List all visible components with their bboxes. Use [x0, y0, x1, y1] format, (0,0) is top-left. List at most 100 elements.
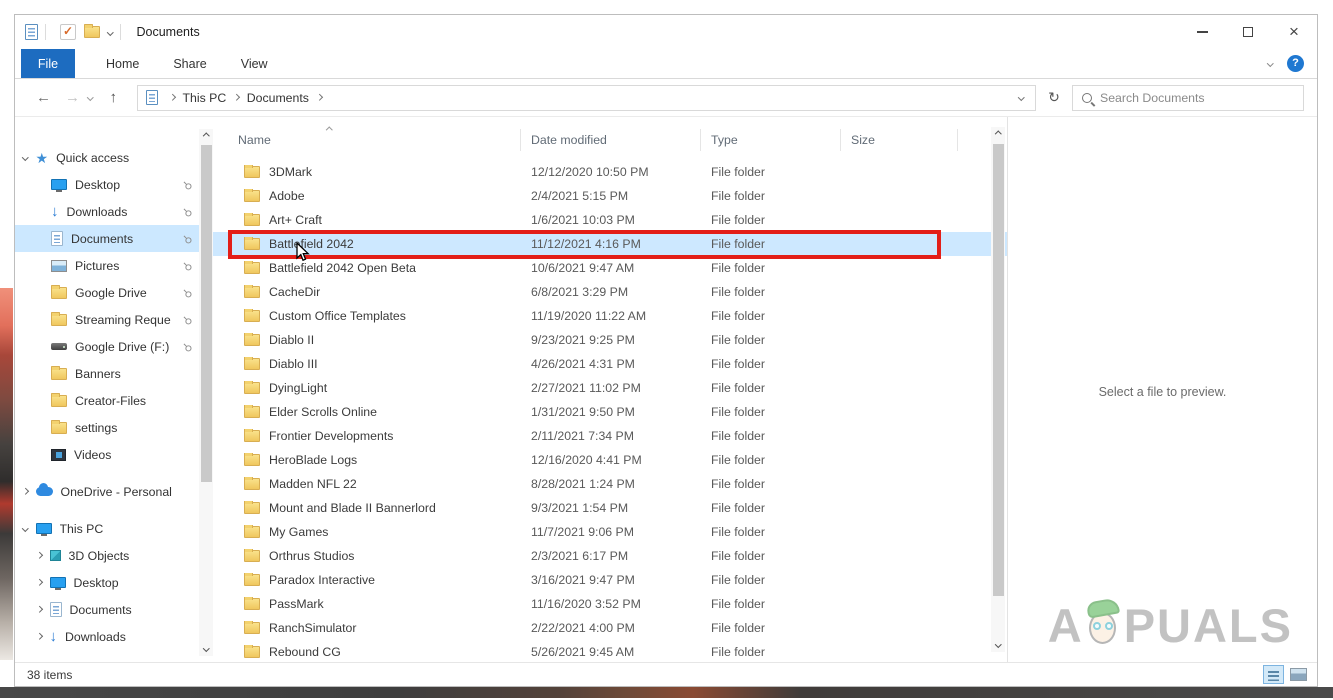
file-row-paradox-interactive[interactable]: Paradox Interactive 3/16/2021 9:47 PM File… [213, 568, 1007, 592]
sidebar-item-google-drive[interactable]: Google Drive ⚲ [15, 279, 213, 306]
file-row-passmark[interactable]: PassMark 11/16/2020 3:52 PM File folder [213, 592, 1007, 616]
date-modified-cell: 11/19/2020 11:22 AM [531, 309, 647, 323]
scrollbar-thumb[interactable] [992, 144, 1004, 596]
tab-file[interactable]: File [21, 49, 75, 78]
maximize-icon [1243, 27, 1253, 37]
appuals-watermark: A PUALS [1048, 597, 1293, 652]
chevron-right-icon[interactable] [36, 633, 43, 640]
folder-icon [51, 392, 67, 407]
chevron-right-icon[interactable] [36, 552, 43, 559]
file-row-dyinglight[interactable]: DyingLight 2/27/2021 11:02 PM File folder [213, 376, 1007, 400]
up-button[interactable]: ↑ [103, 89, 125, 106]
sidebar-item-google-drive-f[interactable]: Google Drive (F:) ⚲ [15, 333, 213, 360]
minimize-button[interactable] [1179, 15, 1225, 49]
sidebar-item-onedrive-personal[interactable]: OneDrive - Personal [15, 478, 213, 505]
collapse-ribbon-icon[interactable] [1266, 60, 1273, 67]
sidebar-item-desktop[interactable]: Desktop ⚲ [15, 171, 213, 198]
file-row-frontier-developments[interactable]: Frontier Developments 2/11/2021 7:34 PM Fi… [213, 424, 1007, 448]
type-cell: File folder [711, 357, 765, 371]
scroll-up-icon[interactable] [199, 129, 213, 144]
tab-share[interactable]: Share [156, 49, 223, 78]
maximize-button[interactable] [1225, 15, 1271, 49]
scroll-down-icon[interactable] [991, 637, 1005, 652]
location-icon [146, 90, 158, 105]
folder-icon [244, 453, 260, 466]
address-bar[interactable]: This PC Documents [137, 84, 1036, 111]
sidebar-item-label: Google Drive (F:) [75, 339, 170, 354]
column-header-type[interactable]: Type [701, 129, 841, 151]
sidebar-item-streaming-reque[interactable]: Streaming Reque ⚲ [15, 306, 213, 333]
sidebar-item-banners[interactable]: Banners [15, 360, 213, 387]
column-header-size[interactable]: Size [841, 129, 958, 151]
watermark-text-right: PUALS [1123, 598, 1293, 652]
desktop-icon [51, 179, 67, 192]
chevron-down-icon[interactable] [22, 525, 29, 532]
chevron-right-icon[interactable] [36, 606, 43, 613]
properties-quick-access-icon[interactable]: ✓ [60, 24, 76, 40]
scrollbar-thumb[interactable] [200, 145, 212, 483]
file-name: Paradox Interactive [269, 573, 375, 587]
column-header-name[interactable]: Name [213, 129, 521, 151]
sidebar-item-downloads[interactable]: ↓ Downloads ⚲ [15, 198, 213, 225]
sidebar-item-settings[interactable]: settings [15, 414, 213, 441]
file-list-scrollbar[interactable] [991, 127, 1005, 652]
file-row-diablo-ii[interactable]: Diablo II 9/23/2021 9:25 PM File folder [213, 328, 1007, 352]
sidebar-item-pictures[interactable]: Pictures ⚲ [15, 252, 213, 279]
sidebar-item-documents[interactable]: Documents [15, 596, 213, 623]
breadcrumb-chevron-icon[interactable] [316, 94, 323, 101]
file-row-madden-nfl-22[interactable]: Madden NFL 22 8/28/2021 1:24 PM File folde… [213, 472, 1007, 496]
chevron-down-icon[interactable] [22, 154, 29, 161]
sidebar-item-documents[interactable]: Documents ⚲ [15, 225, 213, 252]
back-button[interactable]: ← [29, 89, 58, 106]
breadcrumb-chevron-icon[interactable] [169, 94, 176, 101]
file-row-diablo-iii[interactable]: Diablo III 4/26/2021 4:31 PM File folder [213, 352, 1007, 376]
scroll-up-icon[interactable] [991, 127, 1005, 142]
file-row-art-craft[interactable]: Art+ Craft 1/6/2021 10:03 PM File folder [213, 208, 1007, 232]
desktop-icon [49, 577, 66, 590]
details-view-icon[interactable] [1263, 665, 1284, 684]
file-row-battlefield-2042-open-beta[interactable]: Battlefield 2042 Open Beta 10/6/2021 9:47… [213, 256, 1007, 280]
appuals-mascot-icon [1085, 597, 1123, 650]
sidebar-item-this-pc[interactable]: This PC [15, 515, 213, 542]
sidebar-item-3d-objects[interactable]: 3D Objects [15, 542, 213, 569]
sidebar-item-desktop[interactable]: Desktop [15, 569, 213, 596]
preview-message: Select a file to preview. [1098, 385, 1227, 399]
refresh-button[interactable]: ↻ [1036, 89, 1072, 106]
breadcrumb-chevron-icon[interactable] [233, 94, 240, 101]
search-box[interactable] [1072, 84, 1304, 111]
recent-locations-icon[interactable] [87, 94, 94, 101]
file-row-orthrus-studios[interactable]: Orthrus Studios 2/3/2021 6:17 PM File fold… [213, 544, 1007, 568]
file-row-my-games[interactable]: My Games 11/7/2021 9:06 PM File folder [213, 520, 1007, 544]
file-row-3dmark[interactable]: 3DMark 12/12/2020 10:50 PM File folder [213, 160, 1007, 184]
close-button[interactable]: × [1271, 15, 1317, 49]
column-header-date-modified[interactable]: Date modified [521, 129, 701, 151]
chevron-right-icon[interactable] [22, 488, 29, 495]
breadcrumb-this-pc[interactable]: This PC [183, 91, 227, 105]
file-row-ranchsimulator[interactable]: RanchSimulator 2/22/2021 4:00 PM File fold… [213, 616, 1007, 640]
file-row-custom-office-templates[interactable]: Custom Office Templates 11/19/2020 11:22 … [213, 304, 1007, 328]
file-row-cachedir[interactable]: CacheDir 6/8/2021 3:29 PM File folder [213, 280, 1007, 304]
file-row-rebound-cg[interactable]: Rebound CG 5/26/2021 9:45 AM File folder [213, 640, 1007, 664]
file-row-mount-and-blade-ii-bannerlord[interactable]: Mount and Blade II Bannerlord 9/3/2021 1:… [213, 496, 1007, 520]
tab-view[interactable]: View [224, 49, 285, 78]
address-dropdown-icon[interactable] [1017, 94, 1024, 101]
customize-quick-access-toolbar-icon[interactable] [107, 28, 114, 36]
scroll-down-icon[interactable] [199, 641, 213, 656]
breadcrumb-documents[interactable]: Documents [247, 91, 309, 105]
sidebar-item-creator-files[interactable]: Creator-Files [15, 387, 213, 414]
file-row-heroblade-logs[interactable]: HeroBlade Logs 12/16/2020 4:41 PM File fol… [213, 448, 1007, 472]
search-input[interactable] [1100, 90, 1294, 105]
large-icons-view-icon[interactable] [1290, 668, 1307, 681]
sidebar-item-downloads[interactable]: ↓ Downloads [15, 623, 213, 650]
status-bar: 38 items [15, 662, 1317, 686]
file-row-adobe[interactable]: Adobe 2/4/2021 5:15 PM File folder [213, 184, 1007, 208]
tab-home[interactable]: Home [89, 49, 156, 78]
forward-button[interactable]: → [58, 89, 87, 106]
sidebar-item-quick-access[interactable]: ★ Quick access [15, 144, 213, 171]
chevron-right-icon[interactable] [36, 579, 43, 586]
new-folder-quick-access-icon[interactable] [84, 24, 100, 38]
sidebar-scrollbar[interactable] [199, 129, 213, 656]
help-icon[interactable]: ? [1287, 55, 1304, 72]
file-row-elder-scrolls-online[interactable]: Elder Scrolls Online 1/31/2021 9:50 PM Fil… [213, 400, 1007, 424]
sidebar-item-videos[interactable]: Videos [15, 441, 213, 468]
